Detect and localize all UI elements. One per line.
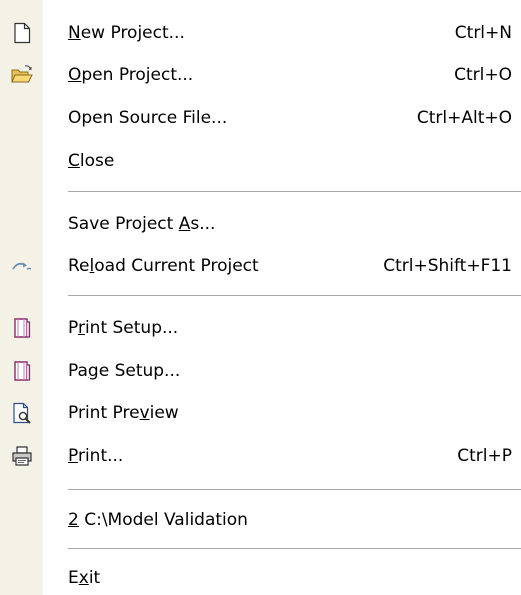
menu-item-label: Page Setup... [68, 361, 181, 381]
menu-item-label: Reload Current Project [68, 256, 259, 276]
menu-item-label: Save Project As... [68, 214, 216, 234]
page-setup-icon [10, 359, 34, 383]
menu-item-print[interactable]: Print... Ctrl+P [0, 438, 521, 474]
menu-item-print-setup[interactable]: Print Setup... [0, 310, 521, 346]
menu-separator [68, 489, 521, 491]
print-setup-icon [10, 316, 34, 340]
menu-separator [68, 295, 521, 297]
printer-icon [10, 444, 34, 468]
menu-item-open-project[interactable]: Open Project... Ctrl+O [0, 57, 521, 93]
menu-item-save-project-as[interactable]: Save Project As... [0, 206, 521, 242]
new-project-icon [10, 21, 34, 45]
menu-item-shortcut: Ctrl+P [457, 446, 512, 466]
menu-item-print-preview[interactable]: Print Preview [0, 395, 521, 431]
menu-item-exit[interactable]: Exit [0, 560, 521, 595]
menu-separator [68, 548, 521, 550]
menu-item-shortcut: Ctrl+N [454, 23, 512, 43]
reload-icon [10, 254, 34, 278]
menu-item-recent-file[interactable]: 2 C:\Model Validation [0, 502, 521, 538]
menu-item-label: Close [68, 151, 115, 171]
menu-item-shortcut: Ctrl+Alt+O [416, 108, 512, 128]
menu-item-label: 2 C:\Model Validation [68, 510, 248, 530]
menu-item-label: Exit [68, 568, 101, 588]
menu-item-label: Print Setup... [68, 318, 179, 338]
menu-item-label: New Project... [68, 23, 185, 43]
menu-item-close[interactable]: Close [0, 143, 521, 179]
open-folder-icon [10, 63, 34, 87]
menu-item-shortcut: Ctrl+O [454, 65, 512, 85]
menu-item-label: Print... [68, 446, 124, 466]
menu-item-label: Open Source File... [68, 108, 228, 128]
menu-item-page-setup[interactable]: Page Setup... [0, 353, 521, 389]
menu-item-open-source-file[interactable]: Open Source File... Ctrl+Alt+O [0, 100, 521, 136]
menu-item-label: Open Project... [68, 65, 194, 85]
menu-item-label: Print Preview [68, 403, 179, 423]
menu-item-shortcut: Ctrl+Shift+F11 [383, 256, 512, 276]
menu-item-reload-current-project[interactable]: Reload Current Project Ctrl+Shift+F11 [0, 248, 521, 284]
menu-item-new-project[interactable]: New Project... Ctrl+N [0, 15, 521, 51]
file-menu: New Project... Ctrl+N Open Project... Ct… [0, 0, 521, 595]
print-preview-icon [10, 401, 34, 425]
menu-separator [68, 191, 521, 193]
